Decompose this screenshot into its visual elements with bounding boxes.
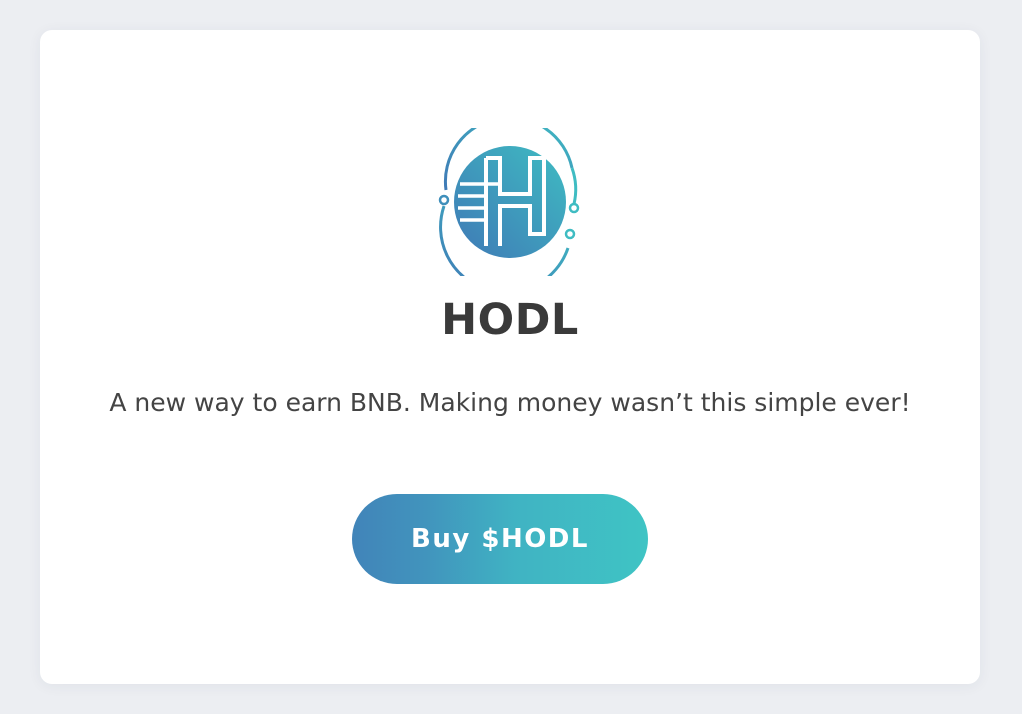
brand-title: HODL [441,295,579,345]
hodl-logo-icon [434,128,586,276]
brand-tagline: A new way to earn BNB. Making money wasn… [109,388,911,417]
promo-card: HODL A new way to earn BNB. Making money… [40,30,980,684]
buy-hodl-button[interactable]: Buy $HODL [352,494,648,584]
